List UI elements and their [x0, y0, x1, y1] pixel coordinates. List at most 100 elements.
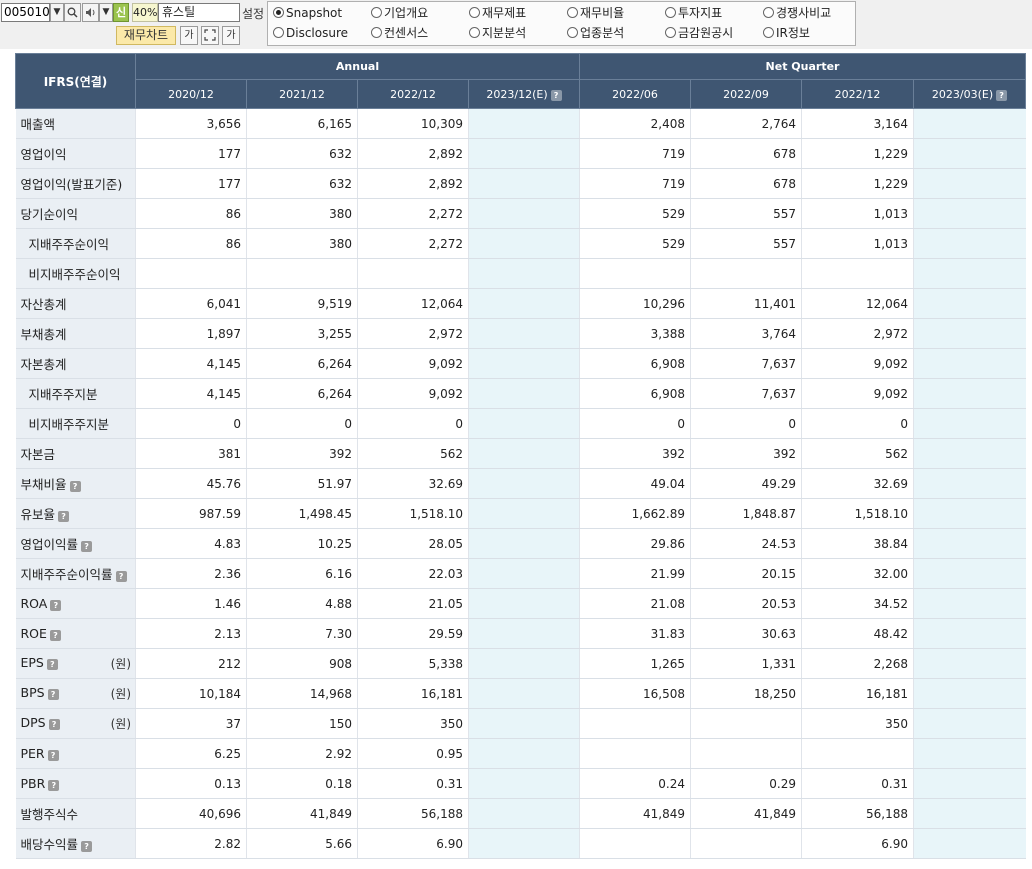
- help-icon[interactable]: ?: [81, 541, 93, 552]
- help-icon[interactable]: ?: [48, 780, 60, 791]
- table-cell: 557: [690, 198, 802, 229]
- tab-disclosure[interactable]: Disclosure: [273, 24, 348, 42]
- table-cell: 0.29: [690, 768, 802, 799]
- table-cell: [467, 468, 580, 499]
- table-cell: 2,272: [357, 198, 469, 229]
- row-label-text: 당기순이익: [20, 207, 79, 222]
- table-cell: [913, 618, 1026, 649]
- row-label-text: 지배주주순이익률: [20, 567, 113, 582]
- row-label-text: 영업이익률: [20, 537, 79, 552]
- table-cell: 4,145: [135, 348, 247, 379]
- chevron-down-icon[interactable]: ▼: [99, 3, 113, 22]
- table-cell: 37: [135, 708, 247, 739]
- radio-icon: [469, 7, 480, 18]
- table-cell: [467, 258, 580, 289]
- search-icon[interactable]: [64, 3, 81, 22]
- table-cell: 2,892: [357, 138, 469, 169]
- table-cell: [690, 828, 802, 859]
- table-cell: [913, 438, 1026, 469]
- table-cell: 0: [357, 408, 469, 439]
- tab-financial-ratios[interactable]: 재무비율: [567, 4, 624, 22]
- table-cell: [913, 408, 1026, 439]
- row-label: 영업이익률?: [15, 528, 136, 559]
- column-header: 2023/03(E)?: [913, 79, 1027, 109]
- help-icon[interactable]: ?: [47, 750, 59, 761]
- tab-share-analysis[interactable]: 지분분석: [469, 24, 526, 42]
- table-cell: 1,265: [579, 648, 691, 679]
- row-label-text: 부채비율: [20, 477, 67, 492]
- table-cell: 678: [690, 138, 802, 169]
- column-header: 2023/12(E)?: [467, 79, 581, 109]
- radio-icon: [567, 7, 578, 18]
- tab-snapshot[interactable]: Snapshot: [273, 4, 342, 22]
- row-label: 영업이익: [15, 138, 136, 169]
- speaker-icon[interactable]: [82, 3, 99, 22]
- stock-name-field[interactable]: 휴스틸: [158, 3, 240, 22]
- font-size-button[interactable]: 가: [180, 26, 198, 45]
- table-cell: [467, 798, 580, 829]
- row-label: EPS? (원): [15, 648, 136, 679]
- table-cell: 9,519: [246, 288, 358, 319]
- tab-competitor-comparison[interactable]: 경쟁사비교: [763, 4, 831, 22]
- table-cell: [913, 258, 1026, 289]
- table-cell: [913, 768, 1026, 799]
- help-icon[interactable]: ?: [48, 719, 60, 730]
- help-icon[interactable]: ?: [69, 481, 81, 492]
- help-icon[interactable]: ?: [47, 689, 59, 700]
- table-cell: 16,181: [801, 678, 914, 709]
- table-cell: 0.95: [357, 738, 469, 769]
- tab-ir-info[interactable]: IR정보: [763, 24, 810, 42]
- tab-financial-statements[interactable]: 재무제표: [469, 4, 526, 22]
- row-label: 자본총계: [15, 348, 136, 379]
- tab-investment-indicators[interactable]: 투자지표: [665, 4, 722, 22]
- table-cell: [913, 108, 1026, 139]
- tab-fss-disclosure[interactable]: 금감원공시: [665, 24, 733, 42]
- table-cell: [913, 288, 1026, 319]
- table-cell: 12,064: [357, 288, 469, 319]
- table-cell: 11,401: [690, 288, 802, 319]
- table-cell: 177: [135, 168, 247, 199]
- table-cell: 632: [246, 168, 358, 199]
- table-cell: [467, 378, 580, 409]
- table-cell: 20.15: [690, 558, 802, 589]
- table-cell: [135, 258, 247, 289]
- table-cell: [467, 828, 580, 859]
- stock-code-input[interactable]: 005010: [1, 3, 50, 22]
- table-row: 발행주식수 40,696 41,849 56,188 41,849 41,849 56,18…: [15, 798, 1026, 829]
- table-cell: 1,229: [801, 168, 914, 199]
- help-icon[interactable]: ?: [58, 511, 70, 522]
- help-icon[interactable]: ?: [50, 600, 62, 611]
- help-icon[interactable]: ?: [115, 571, 127, 582]
- row-label: PER?: [15, 738, 136, 769]
- tab-label: 기업개요: [384, 6, 429, 20]
- help-icon[interactable]: ?: [550, 89, 562, 101]
- fullscreen-icon[interactable]: [201, 26, 219, 45]
- table-cell: [467, 708, 580, 739]
- settings-button[interactable]: 설정: [242, 5, 264, 22]
- row-label-text: 지배주주지분: [28, 387, 98, 402]
- table-cell: 6.25: [135, 738, 247, 769]
- table-cell: 529: [579, 228, 691, 259]
- tab-consensus[interactable]: 컨센서스: [371, 24, 428, 42]
- help-icon[interactable]: ?: [46, 659, 58, 670]
- chevron-down-icon[interactable]: ▼: [50, 3, 64, 22]
- table-cell: 1,331: [690, 648, 802, 679]
- row-label-text: 비지배주주지분: [28, 417, 110, 432]
- table-cell: [467, 348, 580, 379]
- table-cell: 1,518.10: [801, 498, 914, 529]
- help-icon[interactable]: ?: [81, 841, 93, 852]
- help-icon[interactable]: ?: [49, 630, 61, 641]
- financial-chart-button[interactable]: 재무차트: [116, 26, 176, 45]
- tab-company-overview[interactable]: 기업개요: [371, 4, 428, 22]
- table-cell: 32.00: [801, 558, 914, 589]
- table-cell: 4,145: [135, 378, 247, 409]
- table-cell: 29.59: [357, 618, 469, 649]
- table-cell: 6,041: [135, 288, 247, 319]
- row-label-text: ROA: [20, 596, 48, 611]
- font-enlarge-button[interactable]: 가: [222, 26, 240, 45]
- row-label: 발행주식수: [15, 798, 136, 829]
- table-cell: 1.46: [135, 588, 247, 619]
- new-badge[interactable]: 신: [113, 3, 129, 22]
- help-icon[interactable]: ?: [996, 89, 1008, 101]
- tab-industry-analysis[interactable]: 업종분석: [567, 24, 624, 42]
